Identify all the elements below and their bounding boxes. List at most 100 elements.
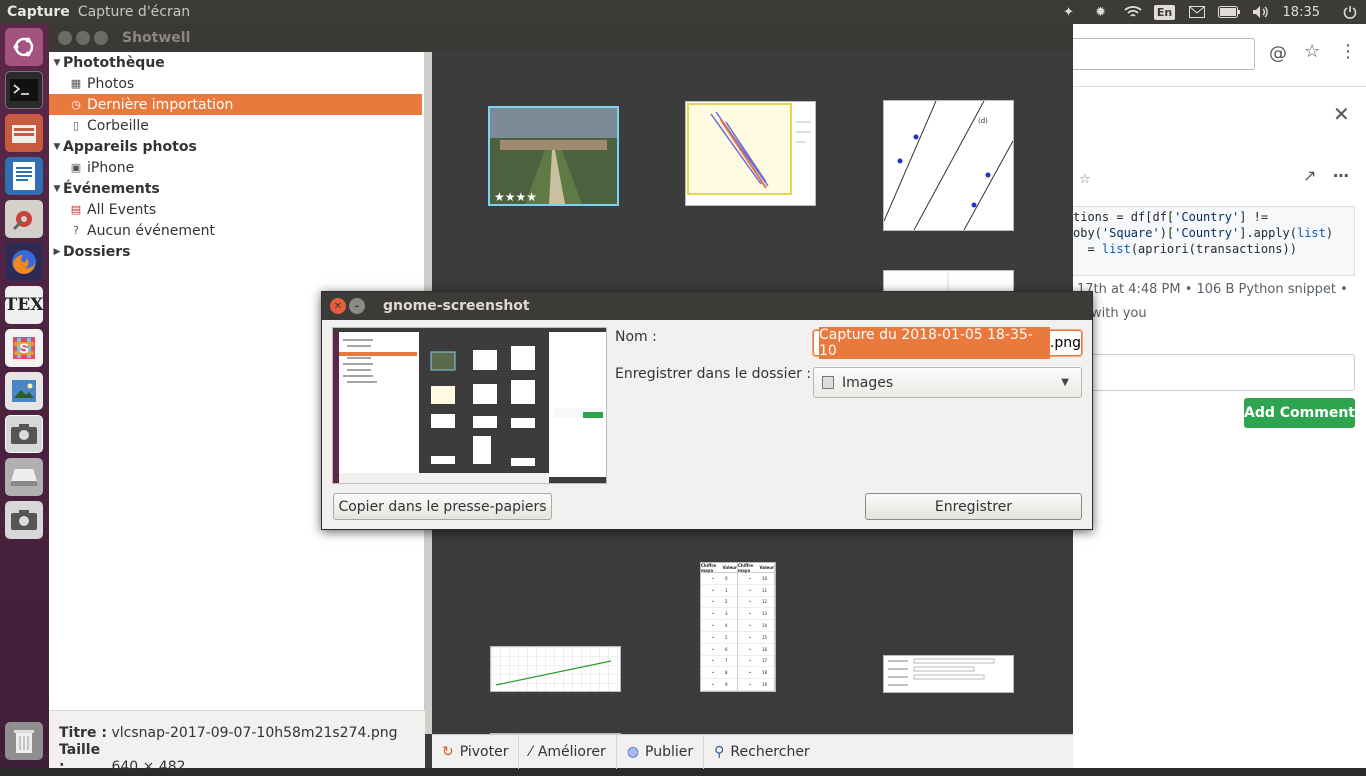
- chevron-down-icon: ▼: [1061, 377, 1069, 388]
- sidebar-folders-header[interactable]: ▶ Dossiers: [49, 241, 424, 262]
- name-label: Nom :: [615, 329, 657, 345]
- sidebar-item-photos[interactable]: ▦ Photos: [49, 73, 424, 94]
- maya-table-header: Chiffre maya: [738, 562, 754, 573]
- shotwell-title: Shotwell: [122, 30, 191, 46]
- sidebar-events-header[interactable]: ▼ Événements: [49, 178, 424, 199]
- code-token: oby(: [1073, 226, 1102, 240]
- menu-icon[interactable]: ⋮: [1339, 41, 1357, 62]
- maya-value: 13: [762, 611, 768, 617]
- close-icon[interactable]: ✕: [330, 298, 346, 314]
- sidebar-cameras-header[interactable]: ▼ Appareils photos: [49, 136, 424, 157]
- slack-icon[interactable]: S: [5, 329, 43, 367]
- photo-thumbnail-graph-paper[interactable]: [490, 646, 621, 692]
- more-options-icon[interactable]: ⋯: [1333, 166, 1349, 185]
- trash-icon[interactable]: [5, 722, 43, 760]
- photo-thumbnail-form[interactable]: [883, 655, 1014, 693]
- maya-table-row: • 15: [738, 632, 774, 644]
- battery-icon[interactable]: [1213, 0, 1245, 24]
- rotate-button[interactable]: ↻ Pivoter: [432, 734, 520, 769]
- app-menu-name[interactable]: Capture: [7, 4, 70, 20]
- code-token: ].apply(: [1239, 226, 1297, 240]
- sidebar-item-last-import[interactable]: ◷ Dernière importation: [49, 94, 422, 115]
- maya-value: 16: [762, 646, 768, 652]
- expander-down-icon[interactable]: ▼: [51, 58, 63, 68]
- trash-can-icon: ▯: [72, 119, 80, 132]
- maya-value: 11: [762, 587, 768, 593]
- maximize-icon[interactable]: [94, 31, 108, 45]
- terminal-icon[interactable]: [5, 71, 43, 109]
- volume-icon[interactable]: [1245, 0, 1277, 24]
- folder-icon: [822, 376, 834, 389]
- maya-table-row: • 19: [738, 679, 774, 691]
- sidebar-item-all-events[interactable]: ▤ All Events: [49, 199, 424, 220]
- expander-right-icon[interactable]: ▶: [51, 247, 63, 257]
- maya-table-header: Valeur: [759, 565, 774, 570]
- camera-device-icon: ▣: [70, 161, 82, 174]
- maya-value: 7: [725, 658, 728, 664]
- photo-thumbnail-parallel-lines[interactable]: (d): [883, 100, 1014, 231]
- photo-thumbnail-scatter-chart[interactable]: [685, 101, 816, 206]
- enhance-label: Améliorer: [537, 743, 606, 760]
- publish-button[interactable]: ◍ Publier: [617, 734, 705, 769]
- ubuntu-logo-icon[interactable]: [5, 28, 43, 66]
- sidebar-item-trash[interactable]: ▯ Corbeille: [49, 115, 424, 136]
- screenshot-icon[interactable]: [5, 415, 43, 453]
- external-link-icon[interactable]: ↗: [1303, 166, 1316, 185]
- search-icon: ⚲: [714, 743, 725, 760]
- snippet-meta: 17th at 4:48 PM • 106 B Python snippet •: [1077, 282, 1348, 297]
- camera-icon[interactable]: [5, 501, 43, 539]
- maya-table-row: • 13: [738, 608, 774, 621]
- code-line: oby('Square')['Country'].apply(list): [1073, 225, 1354, 241]
- power-icon[interactable]: [1334, 0, 1366, 24]
- copy-to-clipboard-button[interactable]: Copier dans le presse-papiers: [333, 493, 552, 520]
- maya-value: 8: [725, 670, 728, 676]
- search-button[interactable]: ⚲ Rechercher: [704, 735, 820, 769]
- filename-input[interactable]: Capture du 2018-01-05 18-35-10 .png: [813, 327, 1082, 359]
- system-settings-icon[interactable]: [5, 200, 43, 238]
- sidebar-item-no-event[interactable]: ? Aucun événement: [49, 220, 424, 241]
- comment-input[interactable]: [1073, 354, 1355, 391]
- url-bar[interactable]: [1073, 38, 1255, 70]
- maya-table-header: Chiffre maya: [701, 562, 717, 573]
- dropbox-icon[interactable]: ✦: [1053, 0, 1085, 24]
- expander-down-icon[interactable]: ▼: [51, 184, 63, 194]
- keyboard-layout-indicator[interactable]: En: [1149, 0, 1181, 24]
- mail-icon[interactable]: [1181, 0, 1213, 24]
- dialog-titlebar[interactable]: ✕ – gnome-screenshot: [322, 292, 1092, 320]
- maya-glyph: •: [711, 634, 715, 640]
- system-tray: ✦ ✹ En 18:35: [1053, 0, 1366, 24]
- expander-down-icon[interactable]: ▼: [51, 142, 63, 152]
- shotwell-toolbar: ↻ Pivoter ⁄ Améliorer ◍ Publier ⚲ Rechercher: [432, 734, 1073, 769]
- maya-glyph: •: [748, 646, 752, 652]
- pocket-icon[interactable]: @: [1269, 43, 1287, 64]
- file-manager-icon[interactable]: [5, 114, 43, 152]
- photo-thumbnail-maya-table[interactable]: Chiffre maya Valeur • 0 • 1 • 2 • 3 • 4 • 5 • 6 • 7 • 8 • 9 Ch…: [700, 562, 776, 692]
- texmaker-icon[interactable]: TEX: [5, 286, 43, 324]
- sidebar-item-iphone[interactable]: ▣ iPhone: [49, 157, 424, 178]
- photo-thumbnail-aerial[interactable]: ★★★★: [488, 106, 619, 206]
- maya-value: 19: [762, 682, 768, 688]
- firefox-icon[interactable]: [5, 243, 43, 281]
- close-icon[interactable]: [58, 31, 72, 45]
- wifi-icon[interactable]: [1117, 0, 1149, 24]
- settings-gear-icon[interactable]: ✹: [1085, 0, 1117, 24]
- drive-icon[interactable]: [5, 458, 43, 496]
- bookmark-star-icon[interactable]: ☆: [1304, 41, 1320, 62]
- events-icon: ▤: [70, 203, 82, 216]
- text-editor-icon[interactable]: [5, 157, 43, 195]
- save-button[interactable]: Enregistrer: [865, 493, 1082, 520]
- add-comment-button[interactable]: Add Comment: [1244, 398, 1355, 428]
- sidebar-library-header[interactable]: ▼ Photothèque: [49, 52, 424, 73]
- minimize-icon[interactable]: [76, 31, 90, 45]
- image-viewer-icon[interactable]: [5, 372, 43, 410]
- minimize-icon[interactable]: –: [349, 298, 365, 314]
- sidebar-events-label: Événements: [63, 180, 160, 197]
- close-icon[interactable]: ✕: [1333, 102, 1350, 126]
- clock[interactable]: 18:35: [1277, 0, 1334, 24]
- top-panel: Capture Capture d'écran ✦ ✹ En 18:35: [0, 0, 1366, 24]
- folder-select[interactable]: Images ▼: [813, 367, 1082, 398]
- star-outline-icon[interactable]: ☆: [1079, 172, 1091, 187]
- enhance-button[interactable]: ⁄ Améliorer: [519, 734, 617, 769]
- maya-glyph: •: [711, 682, 715, 688]
- shotwell-titlebar[interactable]: Shotwell: [49, 24, 1073, 52]
